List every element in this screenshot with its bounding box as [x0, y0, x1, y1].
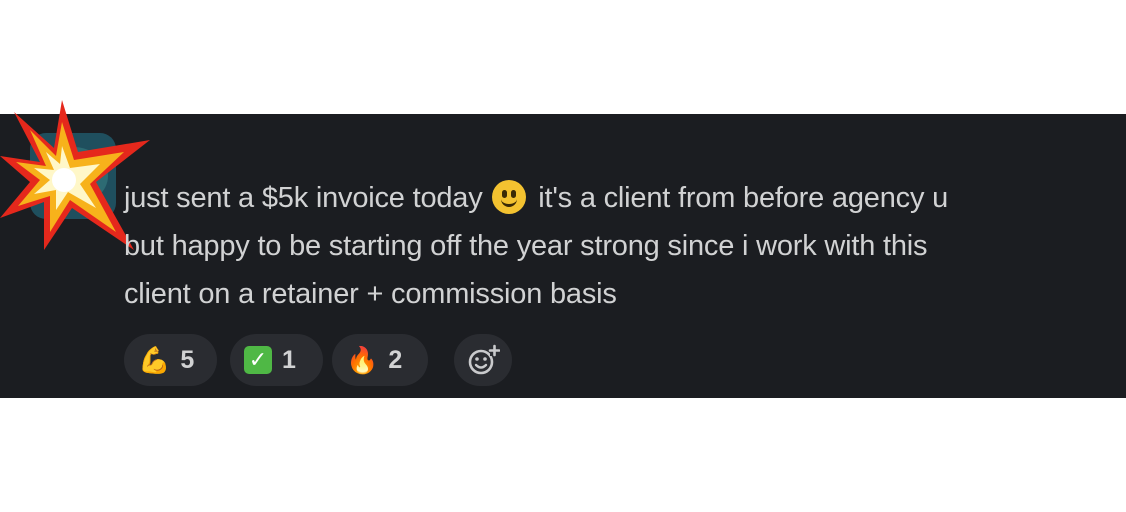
add-reaction-button[interactable]	[454, 334, 512, 386]
reaction-fire[interactable]: 🔥 2	[332, 334, 428, 386]
flexed-biceps-icon: 💪	[138, 345, 171, 375]
fire-icon: 🔥	[346, 345, 379, 375]
reaction-check-mark[interactable]: ✓ 1	[230, 334, 323, 386]
slightly-smiling-face-icon	[492, 180, 527, 214]
check-mark-button-icon: ✓	[244, 346, 272, 374]
message-text-1b: it's a client from before agency u	[538, 182, 949, 214]
screenshot-canvas: just sent a $5k invoice today it's a cli…	[0, 0, 1126, 512]
reaction-count: 2	[388, 345, 403, 374]
message-line-2: but happy to be starting off the year st…	[124, 230, 928, 262]
reaction-flexed-biceps[interactable]: 💪 5	[124, 334, 217, 386]
reaction-count: 1	[282, 345, 296, 374]
message-line-1: just sent a $5k invoice today it's a cli…	[124, 174, 1104, 222]
message-text-1a: just sent a $5k invoice today	[124, 182, 483, 214]
add-emoji-icon	[468, 344, 500, 375]
reaction-count: 5	[180, 345, 195, 374]
message-body: just sent a $5k invoice today it's a cli…	[124, 174, 1104, 318]
burst-core	[52, 168, 76, 192]
message-line-3: client on a retainer + commission basis	[124, 278, 617, 310]
